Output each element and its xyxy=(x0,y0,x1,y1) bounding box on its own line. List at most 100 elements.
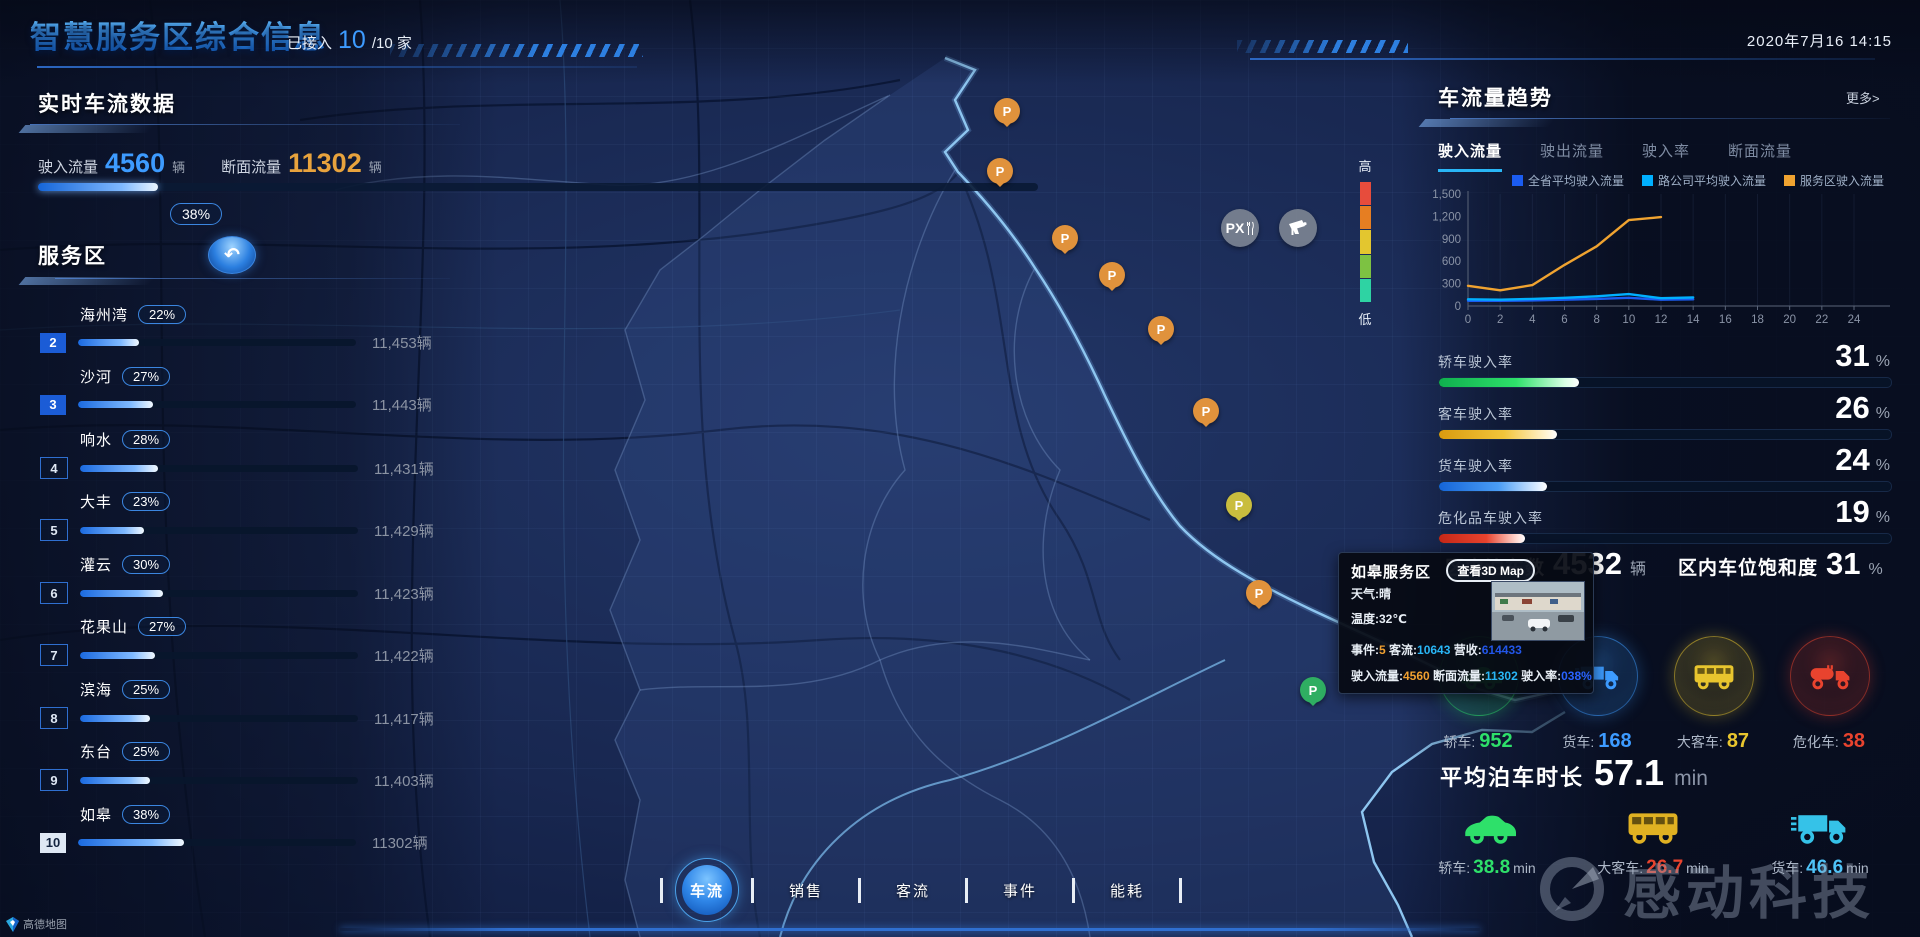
tab-inflow-rate[interactable]: 驶入率 xyxy=(1642,140,1690,172)
nav-item-sales[interactable]: 销售 xyxy=(766,880,846,901)
map-marker-pin[interactable]: P xyxy=(1148,316,1174,342)
svg-text:0: 0 xyxy=(1465,314,1471,326)
nav-separator xyxy=(751,878,754,903)
service-area-row[interactable]: 灌云30% 611,423辆 xyxy=(34,552,446,610)
traffic-value: 11,431辆 xyxy=(374,458,434,479)
service-area-name: 响水 xyxy=(80,429,112,450)
traffic-bar xyxy=(78,401,356,408)
rate-label: 客车驶入率 xyxy=(1438,404,1513,424)
rank-badge: 6 xyxy=(40,582,68,604)
tooltip-title: 如皋服务区 xyxy=(1351,561,1431,582)
service-area-name: 如皋 xyxy=(80,804,112,825)
map-marker-pin[interactable]: P xyxy=(1099,262,1125,288)
service-area-row[interactable]: 东台25% 911,403辆 xyxy=(34,739,446,797)
rank-badge: 3 xyxy=(40,395,66,415)
nav-item-energy[interactable]: 能耗 xyxy=(1087,880,1167,901)
service-area-row[interactable]: 海州湾22% 211,453辆 xyxy=(34,302,446,360)
tanker-count-circle xyxy=(1790,636,1870,716)
inflow-metric: 驶入流量 4560 辆 xyxy=(38,148,185,179)
tab-section-flow[interactable]: 断面流量 xyxy=(1728,140,1792,172)
percent-badge: 22% xyxy=(138,305,186,324)
map-marker-pin[interactable]: P xyxy=(1052,225,1078,251)
bus-duration: 大客车:26.7min xyxy=(1573,808,1733,879)
section-divider xyxy=(30,124,460,125)
service-area-photo xyxy=(1491,581,1585,641)
map-marker-pin[interactable]: P xyxy=(1193,398,1219,424)
px-label: PX xyxy=(1226,220,1245,236)
map-marker-pin[interactable]: P xyxy=(987,158,1013,184)
svg-text:0: 0 xyxy=(1455,301,1461,313)
connected-status: 已接入 10 /10 家 xyxy=(287,26,412,55)
map-marker-pin[interactable]: P xyxy=(1246,580,1272,606)
tooltip-stats-line2: 驶入流量:4560 断面流量:11302 驶入率:038% xyxy=(1351,667,1592,684)
restaurant-px-button[interactable]: PX xyxy=(1221,209,1259,247)
section-flow-label: 断面流量 xyxy=(221,156,281,177)
service-area-row[interactable]: 如皋38% 1011302辆 xyxy=(34,802,446,860)
service-area-name: 海州湾 xyxy=(80,304,128,325)
nav-item-passenger[interactable]: 客流 xyxy=(873,880,953,901)
service-area-title: 服务区 xyxy=(38,240,107,270)
rank-badge: 9 xyxy=(40,769,68,791)
view-3d-map-button[interactable]: 查看3D Map xyxy=(1446,559,1535,582)
saturation-value: 31 xyxy=(1826,546,1860,582)
nav-separator xyxy=(965,878,968,903)
service-area-name: 花果山 xyxy=(80,616,128,637)
bus-count-circle xyxy=(1674,636,1754,716)
rank-badge: 8 xyxy=(40,707,68,729)
traffic-bar xyxy=(80,590,358,597)
nav-item-events[interactable]: 事件 xyxy=(980,880,1060,901)
map-marker-pin[interactable]: P xyxy=(1300,677,1326,703)
legend-swatch xyxy=(1512,175,1523,186)
svg-text:20: 20 xyxy=(1783,314,1796,326)
tab-inflow[interactable]: 驶入流量 xyxy=(1438,140,1502,172)
bus-icon xyxy=(1691,659,1737,693)
service-area-name: 东台 xyxy=(80,741,112,762)
traffic-value: 11,443辆 xyxy=(372,394,432,415)
percent-badge: 27% xyxy=(122,367,170,386)
tooltip-stats-line1: 事件:5 客流:10643 营收:614433 xyxy=(1351,641,1522,658)
svg-text:4: 4 xyxy=(1529,314,1536,326)
fork-knife-icon xyxy=(1246,221,1254,236)
rate-row: 危化品车驶入率 19% xyxy=(1438,500,1890,548)
truck-duration: 货车:46.6min xyxy=(1740,808,1900,879)
avg-parking-label: 平均泊车时长 xyxy=(1440,760,1584,792)
service-area-row[interactable]: 响水28% 411,431辆 xyxy=(34,427,446,485)
saturation-label: 区内车位饱和度 xyxy=(1678,553,1818,580)
service-area-row[interactable]: 大丰23% 511,429辆 xyxy=(34,489,446,547)
nav-separator xyxy=(1072,878,1075,903)
rate-label: 危化品车驶入率 xyxy=(1438,508,1543,528)
traffic-value: 11,423辆 xyxy=(374,583,434,604)
rate-label: 货车驶入率 xyxy=(1438,456,1513,476)
cctv-camera-button[interactable] xyxy=(1279,209,1317,247)
trend-tabs: 驶入流量 驶出流量 驶入率 断面流量 xyxy=(1438,140,1792,172)
nav-item-traffic[interactable]: 车流 xyxy=(675,858,739,922)
header-slash-decor-left xyxy=(390,44,643,57)
map-marker-pin[interactable]: P xyxy=(1226,492,1252,518)
section-flow-unit: 辆 xyxy=(369,157,382,176)
truck-count: 货车:168 xyxy=(1538,730,1656,753)
density-scale: 高 低 xyxy=(1350,156,1380,328)
saturation-unit: % xyxy=(1869,561,1883,579)
svg-text:18: 18 xyxy=(1751,314,1764,326)
service-area-row[interactable]: 滨海25% 811,417辆 xyxy=(34,677,446,735)
avg-parking-duration: 平均泊车时长 57.1 min xyxy=(1440,752,1708,794)
service-area-row[interactable]: 沙河27% 311,443辆 xyxy=(34,364,446,422)
service-area-row[interactable]: 花果山27% 711,422辆 xyxy=(34,614,446,672)
more-link[interactable]: 更多> xyxy=(1846,88,1880,107)
connected-total: /10 家 xyxy=(372,32,412,53)
connected-label: 已接入 xyxy=(287,32,332,53)
density-scale-bar xyxy=(1360,182,1371,302)
section-divider xyxy=(55,278,450,279)
traffic-value: 11,429辆 xyxy=(374,520,434,541)
svg-text:1,500: 1,500 xyxy=(1432,189,1461,201)
tab-outflow[interactable]: 驶出流量 xyxy=(1540,140,1604,172)
tooltip-weather: 天气:晴 xyxy=(1351,585,1391,602)
section-flow-value: 11302 xyxy=(288,148,362,179)
nav-separator xyxy=(660,878,663,903)
rank-badge: 5 xyxy=(40,519,68,541)
map-marker-pin[interactable]: P xyxy=(994,98,1020,124)
percent-badge: 30% xyxy=(122,555,170,574)
traffic-bar xyxy=(80,527,358,534)
svg-text:6: 6 xyxy=(1561,314,1567,326)
back-arrow-button[interactable]: ↶ xyxy=(208,236,256,274)
